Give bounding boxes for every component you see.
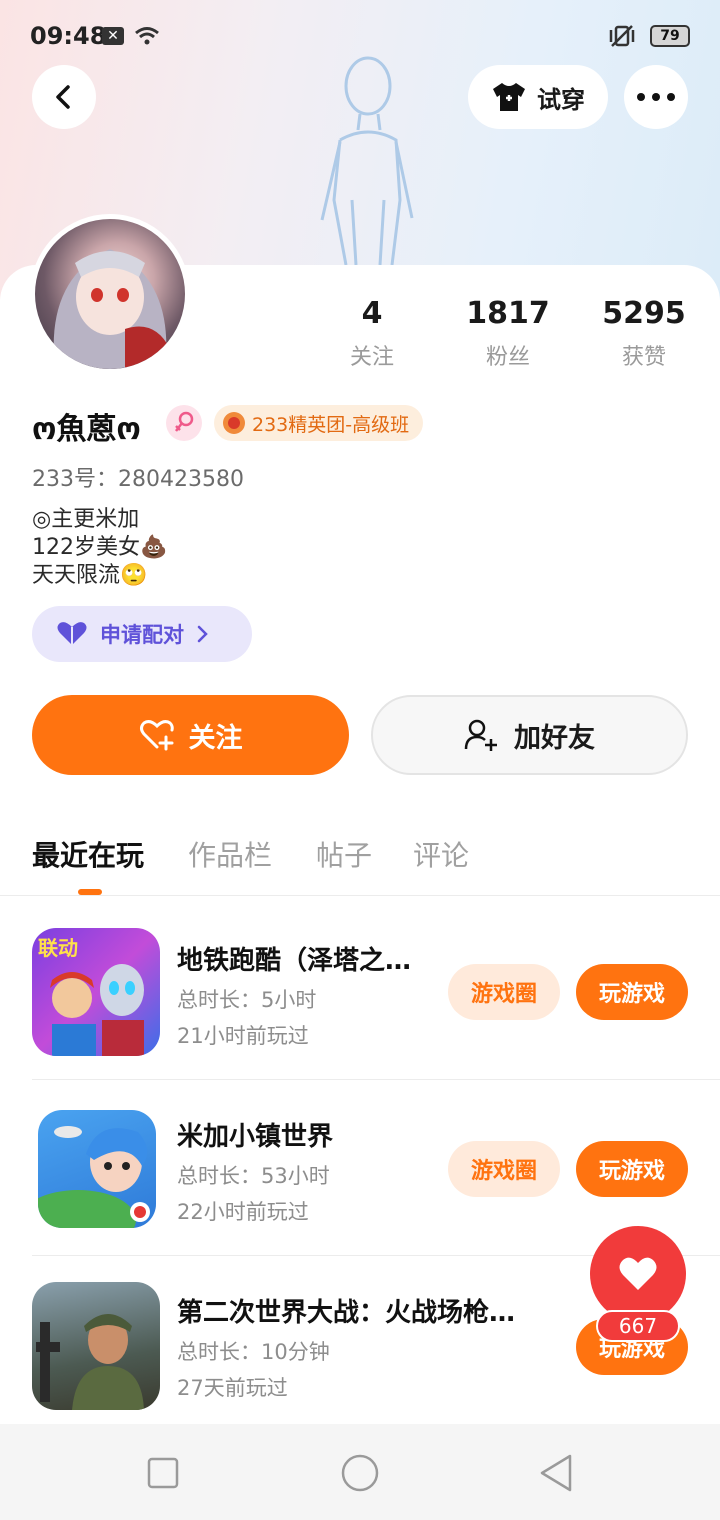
- game-icon: 联动: [32, 928, 160, 1056]
- add-user-icon: [464, 719, 497, 751]
- status-time: 09:48: [30, 22, 107, 50]
- likes-label: 获赞: [621, 345, 666, 370]
- game-title: 地铁跑酷（泽塔之…: [177, 946, 412, 976]
- vibrate-icon: [609, 25, 635, 47]
- recent-apps-icon[interactable]: [147, 1457, 179, 1489]
- back-button[interactable]: [32, 65, 96, 129]
- pair-request-button[interactable]: 申请配对: [32, 606, 252, 662]
- back-icon[interactable]: [538, 1453, 574, 1493]
- badge-icon: [223, 412, 245, 434]
- bio-line: ◎主更米加: [32, 507, 140, 532]
- tab-posts[interactable]: 帖子: [316, 834, 372, 874]
- list-item[interactable]: 联动 地铁跑酷（泽塔之… 总时长：5小时 21小时前玩过 游戏圈 玩游戏: [0, 904, 720, 1080]
- home-icon[interactable]: [340, 1453, 380, 1493]
- wifi-icon: [135, 27, 159, 45]
- chevron-right-icon: [197, 625, 208, 643]
- bio-line: 天天限流🙄: [32, 563, 148, 588]
- game-duration: 总时长：53小时: [177, 1164, 330, 1188]
- heart-icon: [619, 1257, 657, 1290]
- followers-label: 粉丝: [485, 345, 530, 370]
- following-stat[interactable]: 4 关注: [312, 296, 432, 371]
- more-icon: [637, 93, 675, 101]
- game-circle-button[interactable]: 游戏圈: [448, 1141, 560, 1197]
- notification-icon: ✕: [102, 27, 124, 45]
- follow-label: 关注: [188, 722, 243, 754]
- game-last-played: 27天前玩过: [177, 1376, 288, 1400]
- member-badge[interactable]: 233精英团-高级班: [214, 405, 424, 441]
- system-nav-bar: [0, 1424, 720, 1520]
- badge-label: 233精英团-高级班: [252, 413, 410, 436]
- followers-stat[interactable]: 1817 粉丝: [448, 296, 568, 371]
- game-icon: [38, 1110, 156, 1228]
- tab-active-indicator: [78, 889, 102, 895]
- list-item[interactable]: 米加小镇世界 总时长：53小时 22小时前玩过 游戏圈 玩游戏: [0, 1080, 720, 1256]
- female-gender-icon: [166, 405, 202, 441]
- avatar[interactable]: [30, 214, 190, 374]
- likes-stat[interactable]: 5295 获赞: [584, 296, 704, 371]
- avatar-figure-preview: [320, 56, 414, 266]
- game-title: 米加小镇世界: [177, 1122, 334, 1152]
- more-button[interactable]: [624, 65, 688, 129]
- try-on-label: 试穿: [537, 85, 585, 114]
- tab-works[interactable]: 作品栏: [188, 834, 272, 874]
- like-fab-button[interactable]: [590, 1226, 686, 1322]
- game-duration: 总时长：10分钟: [177, 1340, 330, 1364]
- followers-count: 1817: [466, 296, 550, 331]
- game-last-played: 22小时前玩过: [177, 1200, 309, 1224]
- shirt-icon: [493, 83, 525, 111]
- game-title: 第二次世界大战：火战场枪…: [177, 1298, 516, 1328]
- add-friend-label: 加好友: [514, 722, 595, 754]
- bio-line: 122岁美女💩: [32, 535, 168, 560]
- heart-pair-icon: [57, 622, 87, 645]
- game-last-played: 21小时前玩过: [177, 1024, 309, 1048]
- content-tabs: 最近在玩 作品栏 帖子 评论: [0, 830, 720, 896]
- user-id: 233号：280423580: [32, 467, 244, 492]
- likes-count: 5295: [602, 296, 686, 331]
- nickname: ო魚蒽ო: [32, 412, 141, 447]
- bio: ◎主更米加 122岁美女💩 天天限流🙄: [32, 506, 167, 590]
- tab-recent-played[interactable]: 最近在玩: [32, 834, 144, 874]
- pair-request-label: 申请配对: [100, 623, 184, 647]
- game-icon: [32, 1282, 160, 1410]
- game-circle-button[interactable]: 游戏圈: [448, 964, 560, 1020]
- try-on-button[interactable]: 试穿: [468, 65, 608, 129]
- like-count-badge: 667: [596, 1310, 680, 1342]
- game-duration: 总时长：5小时: [177, 988, 317, 1012]
- heart-plus-icon: [139, 720, 174, 751]
- add-friend-button[interactable]: 加好友: [371, 695, 688, 775]
- following-count: 4: [361, 296, 383, 331]
- follow-button[interactable]: 关注: [32, 695, 349, 775]
- following-label: 关注: [349, 345, 394, 370]
- status-bar: 09:48 ✕ 79: [0, 0, 720, 72]
- play-game-button[interactable]: 玩游戏: [576, 964, 688, 1020]
- play-game-button[interactable]: 玩游戏: [576, 1141, 688, 1197]
- avatar-image: [53, 249, 170, 369]
- chevron-left-icon: [56, 85, 70, 109]
- battery-indicator: 79: [650, 25, 690, 47]
- tab-comments[interactable]: 评论: [413, 834, 469, 874]
